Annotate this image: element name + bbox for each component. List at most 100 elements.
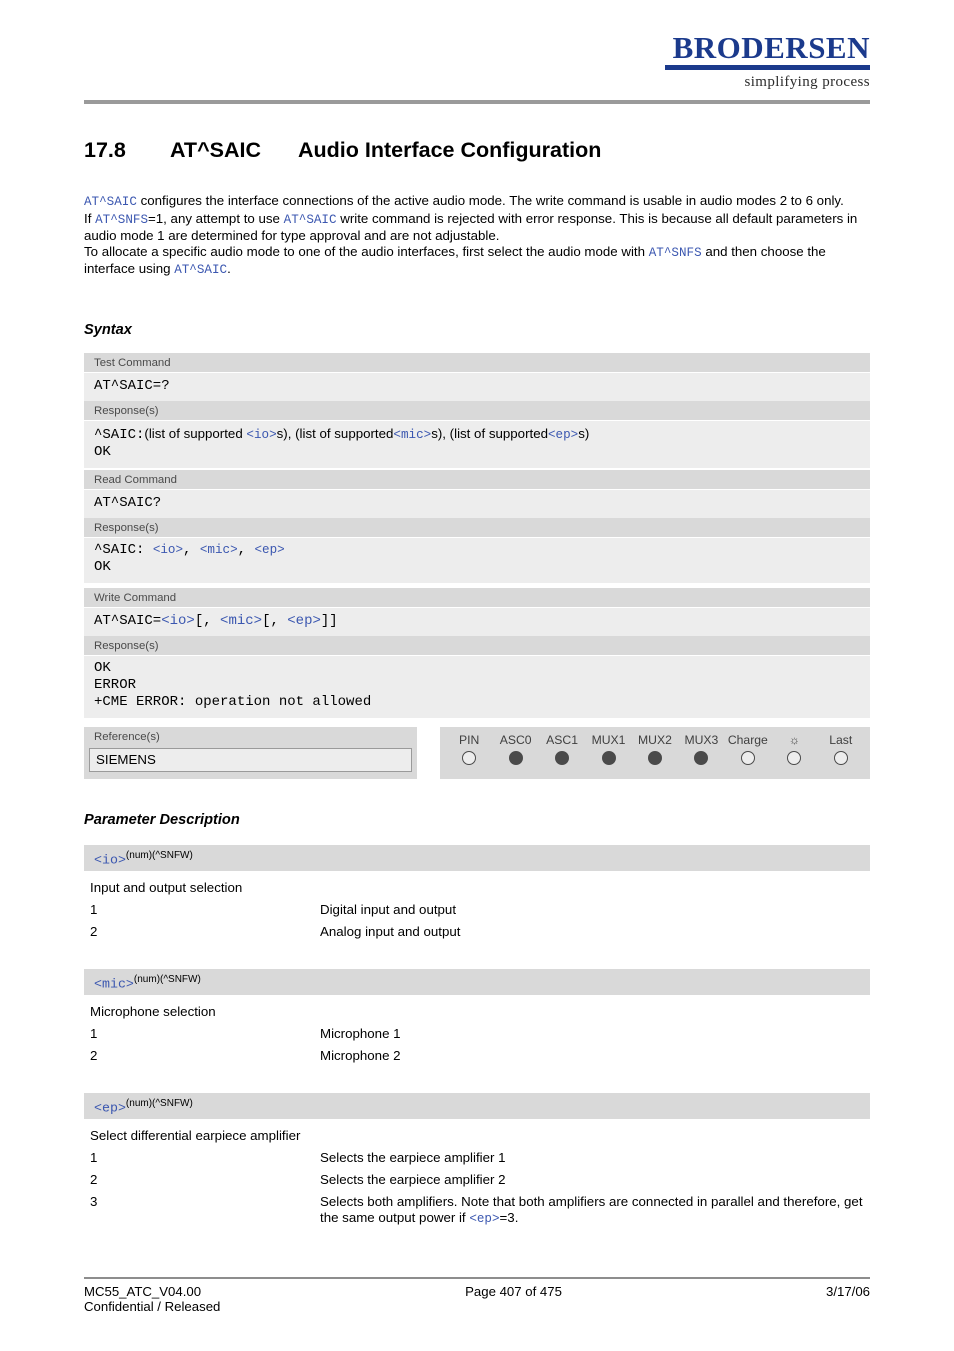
parameter-header-io: <io>(num)(^SNFW) <box>84 845 870 872</box>
logo-underline-bar <box>665 65 870 70</box>
test-resp-text-3: s), (list of supported <box>431 426 548 441</box>
param-value: Selects the earpiece amplifier 1 <box>320 1150 506 1166</box>
param-key: 2 <box>90 1048 98 1064</box>
pin-header-asc0: ASC0 <box>499 733 532 747</box>
dot-filled-icon <box>508 751 523 765</box>
syntax-heading: Syntax <box>84 322 132 338</box>
footer-row-1: MC55_ATC_V04.00 Page 407 of 475 3/17/06 <box>84 1284 870 1299</box>
parameter-name-mic: <mic> <box>94 976 134 992</box>
pin-matrix-headers: PIN ASC0 ASC1 MUX1 MUX2 MUX3 Charge ☼ La… <box>440 727 870 749</box>
reference-band: Reference(s) <box>84 727 417 746</box>
intro-text-2b: =1, any attempt to use <box>148 210 284 226</box>
pin-dot-sun <box>771 751 817 770</box>
write-response-line-3: +CME ERROR: operation not allowed <box>94 694 372 710</box>
test-response-body: ^SAIC:(list of supported <io>s), (list o… <box>84 421 870 468</box>
dot-filled-icon <box>601 751 616 765</box>
write-cmd-param-ep: <ep> <box>287 613 321 629</box>
pin-header-mux3: MUX3 <box>684 733 719 747</box>
test-response-line-1: ^SAIC:(list of supported <io>s), (list o… <box>94 425 860 444</box>
intro-text-1: configures the interface connections of … <box>136 193 844 208</box>
read-response-line-1: ^SAIC: <io>, <mic>, <ep> <box>94 542 860 559</box>
pin-dot-mux3 <box>678 751 724 770</box>
test-resp-text-1: (list of supported <box>144 426 247 441</box>
read-command-block: Read Command AT^SAIC? Response(s) ^SAIC:… <box>84 470 870 583</box>
test-command-line: AT^SAIC=? <box>84 373 870 401</box>
intro-text-3c: . <box>227 261 231 277</box>
parameter-type-ep: (num)(^SNFW) <box>125 1098 193 1109</box>
intro-paragraphs: AT^SAIC configures the interface connect… <box>84 193 874 279</box>
param-key: 1 <box>90 1026 98 1042</box>
parameter-row: 1 Selects the earpiece amplifier 1 <box>84 1147 870 1169</box>
write-response-body: OK ERROR +CME ERROR: operation not allow… <box>84 656 870 718</box>
write-cmd-sep-2: [, <box>262 613 288 629</box>
write-response-line-1: OK <box>94 660 111 676</box>
param-value-composite: Selects both amplifiers. Note that both … <box>320 1194 864 1227</box>
pin-dot-last <box>818 751 864 770</box>
page-footer: MC55_ATC_V04.00 Page 407 of 475 3/17/06 … <box>84 1284 870 1314</box>
parameter-header-mic: <mic>(num)(^SNFW) <box>84 969 870 996</box>
parameter-row: 2 Analog input and output <box>84 921 870 943</box>
intro-cmd-snfs-2: AT^SNFS <box>648 245 702 260</box>
test-command-block: Test Command AT^SAIC=? Response(s) ^SAIC… <box>84 353 870 468</box>
reference-pin-row: Reference(s) SIEMENS PIN ASC0 ASC1 MUX1 … <box>84 727 870 779</box>
read-resp-param-io: <io> <box>152 543 184 557</box>
test-resp-text-4: s) <box>578 426 590 441</box>
section-command: AT^SAIC <box>170 138 261 162</box>
parameter-block-io: <io>(num)(^SNFW) Input and output select… <box>84 845 870 943</box>
intro-line-1: AT^SAIC configures the interface connect… <box>84 193 874 211</box>
parameter-name-io: <io> <box>94 852 126 868</box>
parameter-row: 3 Selects both amplifiers. Note that bot… <box>84 1191 870 1230</box>
param-value-text: Selects both amplifiers. Note that both … <box>320 1194 863 1226</box>
pin-dot-charge <box>725 751 771 770</box>
header-divider <box>84 100 870 104</box>
write-cmd-param-io: <io> <box>161 613 195 629</box>
intro-cmd-saic-3: AT^SAIC <box>174 263 228 278</box>
page-title: 17.8 AT^SAIC Audio Interface Configuration <box>84 138 601 163</box>
page-header: BRODERSEN simplifying process <box>0 0 954 105</box>
param-value: Digital input and output <box>320 902 457 918</box>
dot-empty-icon <box>833 751 848 765</box>
intro-cmd-saic-2: AT^SAIC <box>283 212 337 227</box>
write-command-band: Write Command <box>84 588 870 608</box>
write-cmd-param-mic: <mic> <box>220 613 263 629</box>
write-response-line-2: ERROR <box>94 677 137 693</box>
param-key: 2 <box>90 924 98 940</box>
parameter-row: 1 Digital input and output <box>84 899 870 921</box>
read-resp-prefix: ^SAIC: <box>94 542 153 558</box>
read-response-line-2: OK <box>94 559 111 575</box>
read-resp-sep-2: , <box>237 542 255 558</box>
parameter-desc-io: Input and output selection <box>90 880 243 896</box>
dot-filled-icon <box>694 751 709 765</box>
param-value: Microphone 2 <box>320 1048 401 1064</box>
test-response-band: Response(s) <box>84 401 870 421</box>
parameter-type-io: (num)(^SNFW) <box>125 850 193 861</box>
pin-dot-mux2 <box>632 751 678 770</box>
parameter-row: 1 Microphone 1 <box>84 1023 870 1045</box>
parameter-block-ep: <ep>(num)(^SNFW) Select differential ear… <box>84 1093 870 1230</box>
reference-box: Reference(s) SIEMENS <box>84 727 417 779</box>
intro-cmd-saic-1: AT^SAIC <box>84 195 137 209</box>
pin-matrix-dots <box>440 749 870 779</box>
write-command-block: Write Command AT^SAIC=<io>[, <mic>[, <ep… <box>84 588 870 718</box>
read-command-line: AT^SAIC? <box>84 490 870 518</box>
test-response-line-2: OK <box>94 444 111 460</box>
param-value: Analog input and output <box>320 924 461 940</box>
pin-support-matrix: PIN ASC0 ASC1 MUX1 MUX2 MUX3 Charge ☼ La… <box>440 727 870 779</box>
parameter-desc-ep: Select differential earpiece amplifier <box>90 1128 301 1144</box>
write-cmd-suffix: ]] <box>320 613 338 629</box>
dot-empty-icon <box>787 751 802 765</box>
pin-header-mux2: MUX2 <box>638 733 672 747</box>
pin-header-asc1: ASC1 <box>546 733 579 747</box>
section-title-text: Audio Interface Configuration <box>298 138 602 162</box>
brodersen-logo: BRODERSEN simplifying process <box>665 32 870 91</box>
test-resp-text-2: s), (list of supported <box>276 426 394 441</box>
footer-confidentiality: Confidential / Released <box>84 1299 221 1314</box>
pin-dot-asc1 <box>539 751 585 770</box>
param-value-tail: =3. <box>499 1210 519 1226</box>
parameter-description-heading: Parameter Description <box>84 812 240 828</box>
intro-line-3: To allocate a specific audio mode to one… <box>84 244 874 279</box>
write-response-band: Response(s) <box>84 636 870 656</box>
read-response-band: Response(s) <box>84 518 870 538</box>
test-resp-param-io: <io> <box>246 428 277 442</box>
read-resp-sep-1: , <box>183 542 200 558</box>
